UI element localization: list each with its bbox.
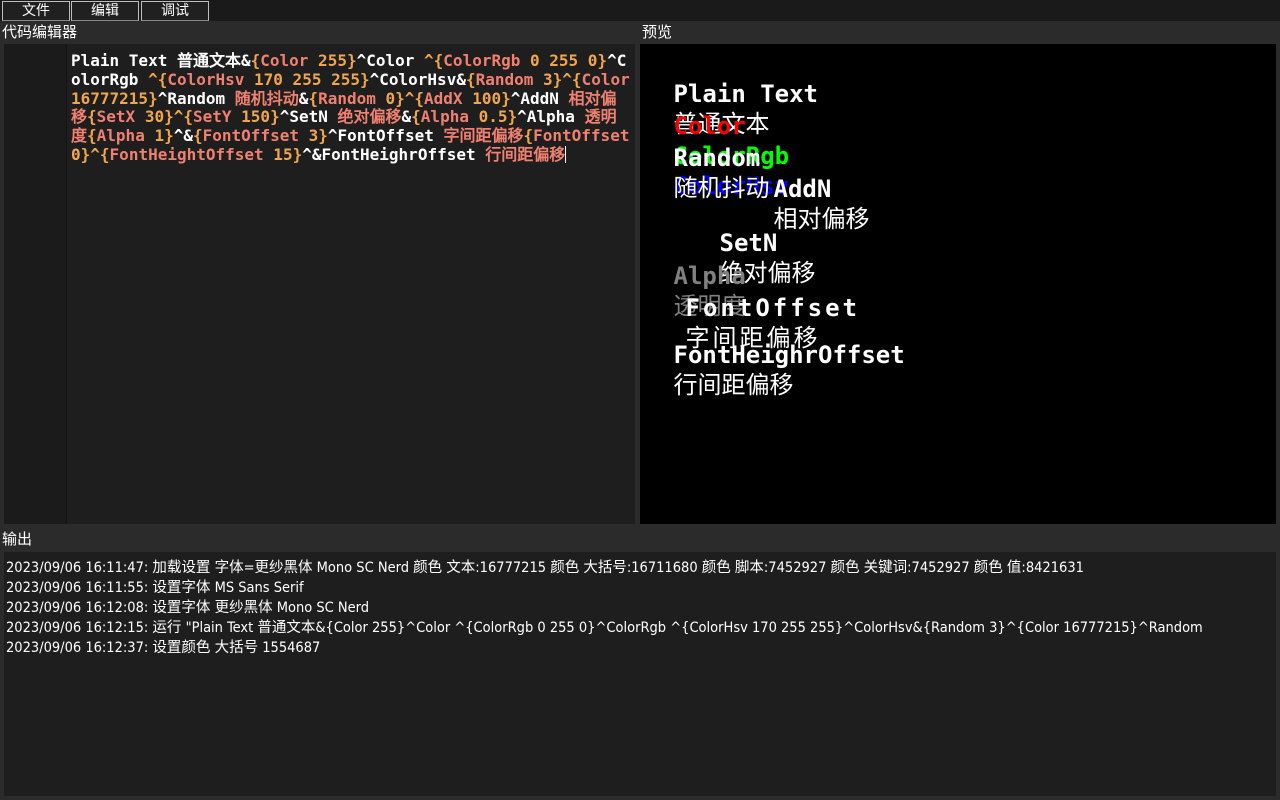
- code-token: ^{: [173, 107, 193, 127]
- code-token: {: [87, 107, 97, 127]
- code-token: ^Random: [157, 88, 235, 108]
- code-token: }: [501, 88, 511, 108]
- code-token: }: [395, 88, 405, 108]
- preview-panel-title: 预览: [642, 23, 673, 41]
- code-token: AddX: [424, 88, 463, 108]
- log-line: 2023/09/06 16:11:47: 加载设置 字体=更纱黑体 Mono S…: [6, 560, 1084, 576]
- code-token: 0.5: [468, 107, 508, 127]
- text-caret: [565, 145, 567, 163]
- code-token: ^{: [148, 69, 168, 89]
- code-token: {: [193, 126, 203, 146]
- code-token: 3: [533, 69, 553, 89]
- output-log[interactable]: 2023/09/06 16:11:47: 加载设置 字体=更纱黑体 Mono S…: [4, 552, 1276, 796]
- code-token: 3: [298, 126, 319, 146]
- code-token: ^SetN: [279, 107, 338, 127]
- code-token: ^{: [562, 69, 582, 89]
- code-token: ^AddN: [510, 88, 569, 108]
- code-token: }: [318, 126, 328, 146]
- menu-file[interactable]: 文件: [2, 1, 70, 21]
- preview-fontheight-en: FontHeighrOffset: [673, 341, 905, 369]
- code-token: {: [411, 107, 421, 127]
- code-token: &: [298, 88, 309, 108]
- code-token: ^{: [404, 88, 425, 108]
- code-token: 行间距偏移: [485, 144, 566, 164]
- preview-fontheight-zh: 行间距偏移: [673, 371, 794, 399]
- code-token: 170 255 255: [244, 69, 360, 89]
- log-line: 2023/09/06 16:12:37: 设置颜色 大括号 1554687: [6, 640, 321, 656]
- code-token: ^&: [173, 126, 193, 146]
- code-text[interactable]: Plain Text 普通文本&{Color 255}^Color ^{Colo…: [71, 51, 631, 165]
- code-token: 0: [375, 88, 396, 108]
- code-token: Random: [318, 88, 376, 108]
- code-token: }: [346, 51, 357, 70]
- menu-edit[interactable]: 编辑: [71, 1, 139, 21]
- code-token: {: [87, 126, 97, 146]
- code-token: 字间距偏移: [443, 126, 524, 146]
- code-token: {: [465, 69, 476, 89]
- code-token: ^Alpha: [517, 107, 585, 127]
- code-token: }: [164, 126, 174, 146]
- code-token: 150: [231, 107, 271, 127]
- code-token: 100: [462, 88, 502, 108]
- code-token: ^ColorHsv&: [369, 69, 466, 89]
- code-token: }: [292, 144, 303, 164]
- code-token: }: [507, 107, 518, 127]
- code-token: 绝对偏移: [337, 107, 402, 127]
- code-token: ^{: [424, 51, 444, 70]
- code-token: FontHeightOffset: [109, 144, 264, 164]
- code-token: 随机抖动: [234, 88, 299, 108]
- code-token: }: [552, 69, 563, 89]
- menu-debug[interactable]: 调试: [141, 1, 209, 21]
- code-token: FontOffset: [533, 126, 630, 146]
- code-token: }: [164, 107, 174, 127]
- code-token: SetY: [193, 107, 232, 127]
- preview-fontheight: FontHeighrOffset 行间距偏移: [643, 310, 905, 430]
- code-token: {: [250, 51, 261, 70]
- code-token: 30: [135, 107, 165, 127]
- code-token: {: [523, 126, 534, 146]
- code-token: Plain Text 普通文本&: [71, 51, 251, 70]
- code-token: ColorRgb: [443, 51, 521, 70]
- log-line: 2023/09/06 16:12:08: 设置字体 更纱黑体 Mono SC N…: [6, 600, 370, 616]
- code-token: Color: [581, 69, 630, 89]
- log-line: 2023/09/06 16:11:55: 设置字体 MS Sans Serif: [6, 580, 304, 596]
- code-token: }: [270, 107, 280, 127]
- line-number-gutter: [4, 44, 67, 524]
- code-token: 255: [308, 51, 347, 70]
- code-token: }: [148, 88, 158, 108]
- code-token: ^&FontHeighrOffset: [302, 144, 486, 164]
- code-token: ^FontOffset: [327, 126, 444, 146]
- code-token: 0 255 0: [520, 51, 598, 70]
- code-token: &: [401, 107, 412, 127]
- code-token: Random: [475, 69, 534, 89]
- code-token: }: [80, 144, 91, 164]
- code-token: }: [597, 51, 608, 70]
- code-token: FontOffset: [202, 126, 299, 146]
- code-token: }: [359, 69, 370, 89]
- code-token: {: [308, 88, 319, 108]
- menu-bar: 文件 编辑 调试: [0, 0, 1280, 21]
- code-token: ^Color: [356, 51, 425, 70]
- code-token: Alpha: [96, 126, 145, 146]
- code-token: ColorHsv: [167, 69, 245, 89]
- code-token: Color: [260, 51, 309, 70]
- preview-canvas: Plain Text 普通文本 Color ColorRgb ColorHsv …: [640, 44, 1276, 524]
- editor-panel-title: 代码编辑器: [2, 23, 78, 41]
- code-token: 15: [263, 144, 293, 164]
- code-token: Alpha: [420, 107, 469, 127]
- code-editor[interactable]: Plain Text 普通文本&{Color 255}^Color ^{Colo…: [4, 44, 635, 524]
- code-token: 1: [144, 126, 165, 146]
- log-line: 2023/09/06 16:12:15: 运行 "Plain Text 普通文本…: [6, 620, 1203, 636]
- output-panel-title: 输出: [2, 530, 33, 548]
- code-token: ^{: [90, 144, 110, 164]
- code-token: SetX: [96, 107, 136, 127]
